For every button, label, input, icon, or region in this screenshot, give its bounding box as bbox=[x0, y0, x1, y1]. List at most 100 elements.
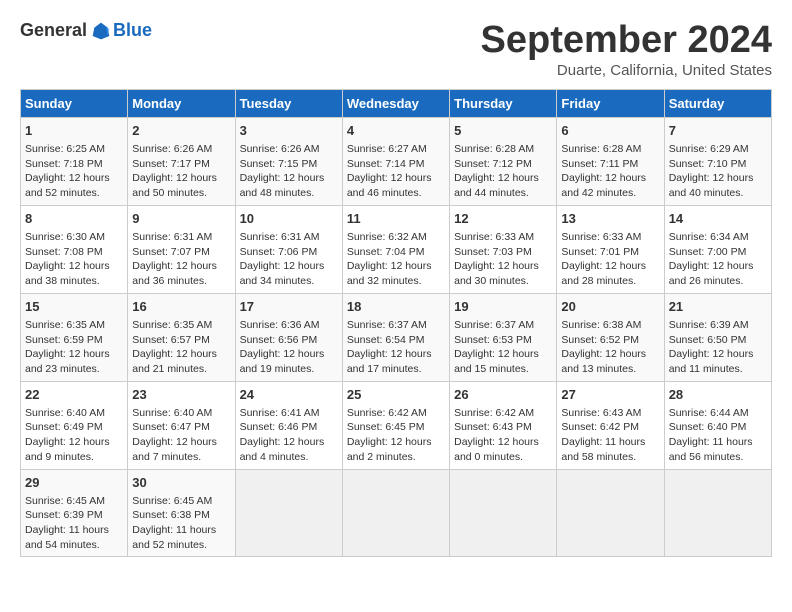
day-number: 1 bbox=[25, 122, 123, 140]
sunrise-text: Sunrise: 6:38 AM bbox=[561, 319, 641, 331]
sunset-text: Sunset: 6:40 PM bbox=[669, 421, 747, 433]
logo-general-text: General bbox=[20, 20, 87, 41]
day-number: 18 bbox=[347, 298, 445, 316]
daylight-text: Daylight: 12 hours and 11 minutes. bbox=[669, 348, 754, 375]
sunset-text: Sunset: 6:45 PM bbox=[347, 421, 425, 433]
page-header: General Blue September 2024 Duarte, Cali… bbox=[20, 20, 772, 79]
sunset-text: Sunset: 7:15 PM bbox=[240, 158, 318, 170]
daylight-text: Daylight: 12 hours and 0 minutes. bbox=[454, 436, 539, 463]
calendar-week-row: 1Sunrise: 6:25 AMSunset: 7:18 PMDaylight… bbox=[21, 117, 772, 205]
calendar-cell: 23Sunrise: 6:40 AMSunset: 6:47 PMDayligh… bbox=[128, 381, 235, 469]
daylight-text: Daylight: 12 hours and 30 minutes. bbox=[454, 260, 539, 287]
sunset-text: Sunset: 7:00 PM bbox=[669, 246, 747, 258]
sunset-text: Sunset: 6:54 PM bbox=[347, 334, 425, 346]
calendar-week-row: 8Sunrise: 6:30 AMSunset: 7:08 PMDaylight… bbox=[21, 205, 772, 293]
day-number: 13 bbox=[561, 210, 659, 228]
sunrise-text: Sunrise: 6:37 AM bbox=[454, 319, 534, 331]
calendar-cell bbox=[235, 469, 342, 557]
calendar-cell bbox=[557, 469, 664, 557]
calendar-cell: 18 Sunrise: 6:37 AM Sunset: 6:54 PM Dayligh… bbox=[342, 293, 449, 381]
day-number: 9 bbox=[132, 210, 230, 228]
calendar-cell: 13Sunrise: 6:33 AMSunset: 7:01 PMDayligh… bbox=[557, 205, 664, 293]
calendar-cell: 7Sunrise: 6:29 AMSunset: 7:10 PMDaylight… bbox=[664, 117, 771, 205]
calendar-cell: 28Sunrise: 6:44 AMSunset: 6:40 PMDayligh… bbox=[664, 381, 771, 469]
day-number: 11 bbox=[347, 210, 445, 228]
sunset-text: Sunset: 6:57 PM bbox=[132, 334, 210, 346]
sunset-text: Sunset: 6:47 PM bbox=[132, 421, 210, 433]
sunrise-text: Sunrise: 6:42 AM bbox=[347, 407, 427, 419]
daylight-text: Daylight: 12 hours and 52 minutes. bbox=[25, 172, 110, 199]
daylight-text: Daylight: 12 hours and 26 minutes. bbox=[669, 260, 754, 287]
sunset-text: Sunset: 7:01 PM bbox=[561, 246, 639, 258]
calendar-cell: 29Sunrise: 6:45 AMSunset: 6:39 PMDayligh… bbox=[21, 469, 128, 557]
daylight-text: Daylight: 11 hours and 52 minutes. bbox=[132, 524, 216, 551]
daylight-text: Daylight: 12 hours and 17 minutes. bbox=[347, 348, 432, 375]
day-number: 5 bbox=[454, 122, 552, 140]
calendar-cell: 30Sunrise: 6:45 AMSunset: 6:38 PMDayligh… bbox=[128, 469, 235, 557]
sunrise-text: Sunrise: 6:29 AM bbox=[669, 143, 749, 155]
day-number: 12 bbox=[454, 210, 552, 228]
day-number: 17 bbox=[240, 298, 338, 316]
sunrise-text: Sunrise: 6:42 AM bbox=[454, 407, 534, 419]
day-number: 8 bbox=[25, 210, 123, 228]
day-number: 19 bbox=[454, 298, 552, 316]
sunset-text: Sunset: 7:04 PM bbox=[347, 246, 425, 258]
sunrise-text: Sunrise: 6:44 AM bbox=[669, 407, 749, 419]
sunset-text: Sunset: 7:14 PM bbox=[347, 158, 425, 170]
day-number: 30 bbox=[132, 474, 230, 492]
sunrise-text: Sunrise: 6:35 AM bbox=[25, 319, 105, 331]
day-number: 7 bbox=[669, 122, 767, 140]
sunset-text: Sunset: 6:38 PM bbox=[132, 509, 210, 521]
sunrise-text: Sunrise: 6:35 AM bbox=[132, 319, 212, 331]
calendar-cell: 5Sunrise: 6:28 AMSunset: 7:12 PMDaylight… bbox=[450, 117, 557, 205]
col-header-friday: Friday bbox=[557, 89, 664, 117]
sunset-text: Sunset: 7:07 PM bbox=[132, 246, 210, 258]
calendar-cell bbox=[664, 469, 771, 557]
day-number: 15 bbox=[25, 298, 123, 316]
calendar-cell: 21Sunrise: 6:39 AMSunset: 6:50 PMDayligh… bbox=[664, 293, 771, 381]
daylight-text: Daylight: 12 hours and 15 minutes. bbox=[454, 348, 539, 375]
location-title: Duarte, California, United States bbox=[481, 62, 773, 79]
col-header-thursday: Thursday bbox=[450, 89, 557, 117]
calendar-week-row: 15Sunrise: 6:35 AMSunset: 6:59 PMDayligh… bbox=[21, 293, 772, 381]
sunset-text: Sunset: 7:08 PM bbox=[25, 246, 103, 258]
daylight-text: Daylight: 12 hours and 38 minutes. bbox=[25, 260, 110, 287]
day-number: 16 bbox=[132, 298, 230, 316]
sunrise-text: Sunrise: 6:43 AM bbox=[561, 407, 641, 419]
day-number: 25 bbox=[347, 386, 445, 404]
sunrise-text: Sunrise: 6:25 AM bbox=[25, 143, 105, 155]
logo-icon bbox=[91, 21, 111, 41]
day-number: 27 bbox=[561, 386, 659, 404]
col-header-saturday: Saturday bbox=[664, 89, 771, 117]
day-number: 22 bbox=[25, 386, 123, 404]
daylight-text: Daylight: 11 hours and 58 minutes. bbox=[561, 436, 645, 463]
daylight-text: Daylight: 12 hours and 4 minutes. bbox=[240, 436, 325, 463]
sunset-text: Sunset: 6:46 PM bbox=[240, 421, 318, 433]
day-number: 14 bbox=[669, 210, 767, 228]
calendar-cell: 27 Sunrise: 6:43 AM Sunset: 6:42 PM Dayligh… bbox=[557, 381, 664, 469]
day-number: 3 bbox=[240, 122, 338, 140]
calendar-cell: 22Sunrise: 6:40 AMSunset: 6:49 PMDayligh… bbox=[21, 381, 128, 469]
sunrise-text: Sunrise: 6:33 AM bbox=[454, 231, 534, 243]
day-number: 4 bbox=[347, 122, 445, 140]
day-number: 10 bbox=[240, 210, 338, 228]
sunset-text: Sunset: 7:12 PM bbox=[454, 158, 532, 170]
daylight-text: Daylight: 12 hours and 36 minutes. bbox=[132, 260, 217, 287]
sunset-text: Sunset: 6:52 PM bbox=[561, 334, 639, 346]
logo-blue-text: Blue bbox=[113, 20, 152, 41]
day-number: 24 bbox=[240, 386, 338, 404]
daylight-text: Daylight: 11 hours and 56 minutes. bbox=[669, 436, 753, 463]
daylight-text: Daylight: 12 hours and 21 minutes. bbox=[132, 348, 217, 375]
sunset-text: Sunset: 6:42 PM bbox=[561, 421, 639, 433]
daylight-text: Daylight: 12 hours and 48 minutes. bbox=[240, 172, 325, 199]
day-number: 6 bbox=[561, 122, 659, 140]
sunrise-text: Sunrise: 6:27 AM bbox=[347, 143, 427, 155]
calendar-cell: 3 Sunrise: 6:26 AM Sunset: 7:15 PM Daylight… bbox=[235, 117, 342, 205]
sunrise-text: Sunrise: 6:40 AM bbox=[25, 407, 105, 419]
sunrise-text: Sunrise: 6:37 AM bbox=[347, 319, 427, 331]
calendar-cell: 6Sunrise: 6:28 AMSunset: 7:11 PMDaylight… bbox=[557, 117, 664, 205]
col-header-monday: Monday bbox=[128, 89, 235, 117]
calendar-cell: 1Sunrise: 6:25 AMSunset: 7:18 PMDaylight… bbox=[21, 117, 128, 205]
sunrise-text: Sunrise: 6:36 AM bbox=[240, 319, 320, 331]
sunrise-text: Sunrise: 6:26 AM bbox=[240, 143, 320, 155]
